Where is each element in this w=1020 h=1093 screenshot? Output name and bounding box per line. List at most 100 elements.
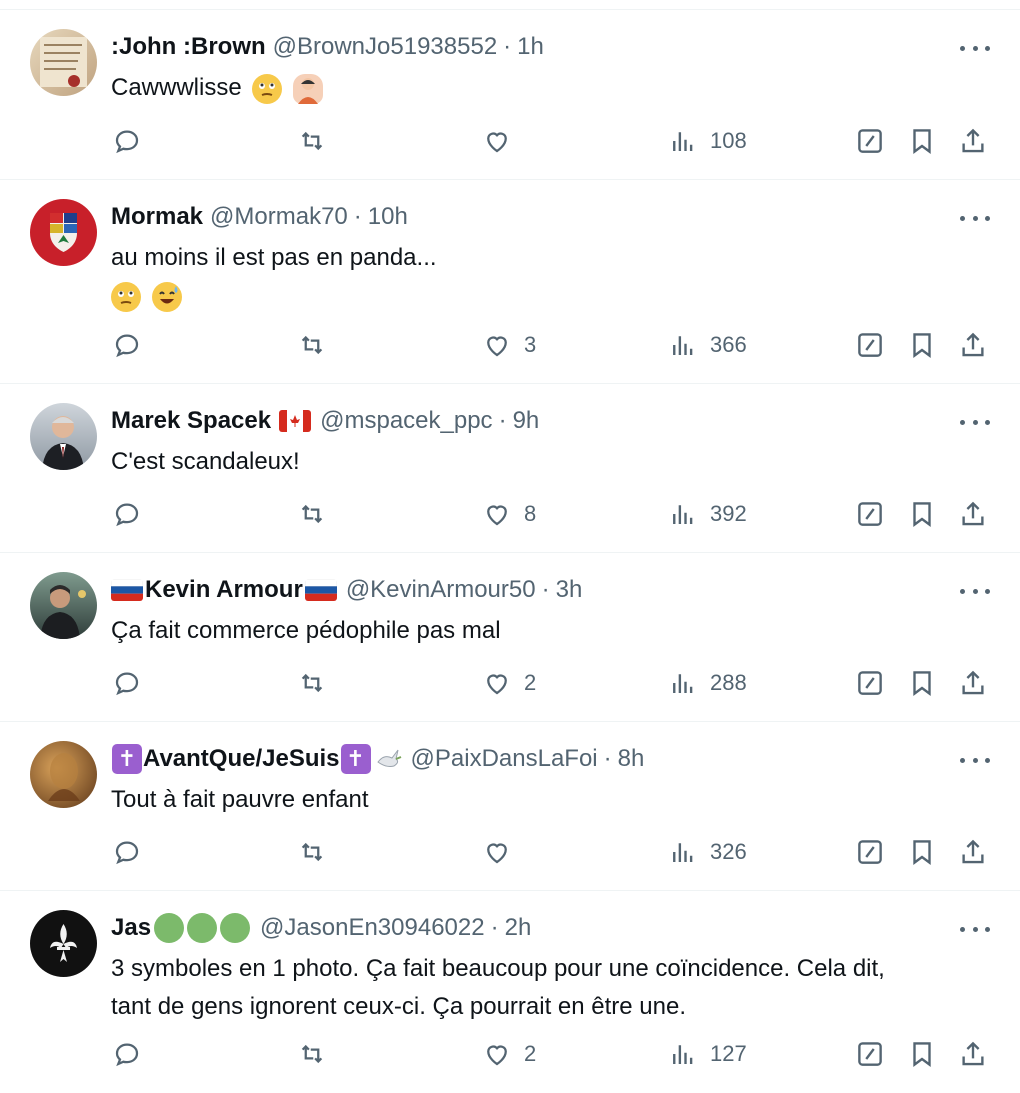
share-button[interactable] bbox=[958, 494, 988, 534]
russia-flag-icon bbox=[304, 579, 337, 601]
share-button[interactable] bbox=[958, 832, 988, 872]
timestamp[interactable]: 10h bbox=[368, 203, 408, 231]
reply-header: Kevin Armour @KevinArmour50 · 3h bbox=[111, 573, 582, 607]
timestamp[interactable]: 2h bbox=[505, 914, 532, 942]
separator-dot: · bbox=[353, 203, 362, 230]
bookmark-button[interactable] bbox=[907, 832, 937, 872]
author-handle[interactable]: @KevinArmour50 bbox=[346, 576, 536, 604]
author-name[interactable]: Kevin Armour bbox=[145, 576, 303, 604]
avatar[interactable] bbox=[30, 403, 97, 470]
share-button[interactable] bbox=[958, 1034, 988, 1074]
reply-item[interactable]: Jas @JasonEn30946022 · 2h 3 symboles en … bbox=[0, 891, 1020, 1093]
author-handle[interactable]: @mspacek_ppc bbox=[320, 407, 492, 435]
more-icon[interactable] bbox=[960, 208, 990, 228]
author-handle[interactable]: @Mormak70 bbox=[210, 203, 348, 231]
timestamp[interactable]: 1h bbox=[517, 33, 544, 61]
views-button[interactable]: 127 bbox=[668, 1034, 747, 1074]
like-button[interactable]: 3 bbox=[482, 325, 536, 365]
bookmark-button[interactable] bbox=[907, 1034, 937, 1074]
reply-button[interactable] bbox=[112, 325, 142, 365]
grok-icon bbox=[858, 1042, 882, 1066]
retweet-button[interactable] bbox=[297, 1034, 327, 1074]
views-count: 392 bbox=[710, 501, 747, 526]
reply-text: Cawwwlisse bbox=[111, 69, 991, 107]
grok-button[interactable] bbox=[855, 1034, 885, 1074]
retweet-button[interactable] bbox=[297, 325, 327, 365]
action-bar: 2 288 bbox=[0, 663, 1020, 703]
more-icon[interactable] bbox=[960, 581, 990, 601]
views-icon bbox=[673, 132, 693, 151]
more-icon[interactable] bbox=[960, 412, 990, 432]
views-button[interactable]: 288 bbox=[668, 663, 747, 703]
share-button[interactable] bbox=[958, 121, 988, 161]
reply-button[interactable] bbox=[112, 1034, 142, 1074]
more-icon[interactable] bbox=[960, 750, 990, 770]
timestamp[interactable]: 3h bbox=[556, 576, 583, 604]
more-icon[interactable] bbox=[960, 919, 990, 939]
timestamp[interactable]: 9h bbox=[513, 407, 540, 435]
bookmark-button[interactable] bbox=[907, 325, 937, 365]
author-handle[interactable]: @BrownJo51938552 bbox=[273, 33, 498, 61]
avatar[interactable] bbox=[30, 741, 97, 808]
reply-item[interactable]: ✝ AvantQue/JeSuis ✝ @PaixDansLaFoi · 8h … bbox=[0, 722, 1020, 891]
avatar[interactable] bbox=[30, 199, 97, 266]
grok-button[interactable] bbox=[855, 325, 885, 365]
retweet-button[interactable] bbox=[297, 494, 327, 534]
author-name[interactable]: Mormak bbox=[111, 203, 203, 231]
reply-item[interactable]: Marek Spacek @mspacek_ppc · 9h C'est sca… bbox=[0, 384, 1020, 553]
like-button[interactable]: 2 bbox=[482, 663, 536, 703]
retweet-button[interactable] bbox=[297, 832, 327, 872]
author-handle[interactable]: @JasonEn30946022 bbox=[260, 914, 485, 942]
grok-button[interactable] bbox=[855, 121, 885, 161]
views-button[interactable]: 392 bbox=[668, 494, 747, 534]
more-icon[interactable] bbox=[960, 38, 990, 58]
reply-icon bbox=[115, 503, 139, 527]
author-name[interactable]: AvantQue/JeSuis bbox=[143, 745, 340, 773]
reply-icon bbox=[115, 841, 139, 865]
views-button[interactable]: 326 bbox=[668, 832, 747, 872]
reply-item[interactable]: Mormak @Mormak70 · 10h au moins il est p… bbox=[0, 180, 1020, 384]
share-button[interactable] bbox=[958, 325, 988, 365]
action-bar: 108 bbox=[0, 121, 1020, 161]
like-icon bbox=[487, 505, 507, 526]
reply-button[interactable] bbox=[112, 832, 142, 872]
reply-item[interactable]: Kevin Armour @KevinArmour50 · 3h Ça fait… bbox=[0, 553, 1020, 722]
share-icon bbox=[962, 501, 984, 526]
retweet-button[interactable] bbox=[297, 663, 327, 703]
author-name[interactable]: Marek Spacek bbox=[111, 407, 271, 435]
avatar[interactable] bbox=[30, 910, 97, 977]
reply-button[interactable] bbox=[112, 494, 142, 534]
grok-button[interactable] bbox=[855, 832, 885, 872]
author-name[interactable]: :John :Brown bbox=[111, 33, 266, 61]
like-button[interactable] bbox=[482, 121, 524, 161]
retweet-icon bbox=[301, 673, 323, 693]
bookmark-button[interactable] bbox=[907, 121, 937, 161]
reply-button[interactable] bbox=[112, 121, 142, 161]
reply-item[interactable]: :John :Brown @BrownJo51938552 · 1h Cawww… bbox=[0, 10, 1020, 180]
action-bar: 3 366 bbox=[0, 325, 1020, 365]
views-icon bbox=[673, 1045, 693, 1064]
grok-button[interactable] bbox=[855, 494, 885, 534]
green-circle-icon bbox=[154, 913, 185, 943]
share-icon bbox=[962, 839, 984, 864]
bookmark-button[interactable] bbox=[907, 663, 937, 703]
grok-button[interactable] bbox=[855, 663, 885, 703]
avatar[interactable] bbox=[30, 572, 97, 639]
share-button[interactable] bbox=[958, 663, 988, 703]
reply-header: Marek Spacek @mspacek_ppc · 9h bbox=[111, 404, 539, 438]
bookmark-button[interactable] bbox=[907, 494, 937, 534]
author-name[interactable]: Jas bbox=[111, 914, 151, 942]
reply-text-content: Tout à fait pauvre enfant bbox=[111, 786, 369, 813]
like-button[interactable] bbox=[482, 832, 524, 872]
timestamp[interactable]: 8h bbox=[618, 745, 645, 773]
grinning-sweat-emoji-icon bbox=[151, 281, 182, 312]
like-button[interactable]: 2 bbox=[482, 1034, 536, 1074]
latin-cross-icon: ✝ bbox=[112, 744, 142, 774]
views-button[interactable]: 108 bbox=[668, 121, 747, 161]
retweet-button[interactable] bbox=[297, 121, 327, 161]
reply-button[interactable] bbox=[112, 663, 142, 703]
avatar[interactable] bbox=[30, 29, 97, 96]
views-button[interactable]: 366 bbox=[668, 325, 747, 365]
author-handle[interactable]: @PaixDansLaFoi bbox=[411, 745, 598, 773]
like-button[interactable]: 8 bbox=[482, 494, 536, 534]
